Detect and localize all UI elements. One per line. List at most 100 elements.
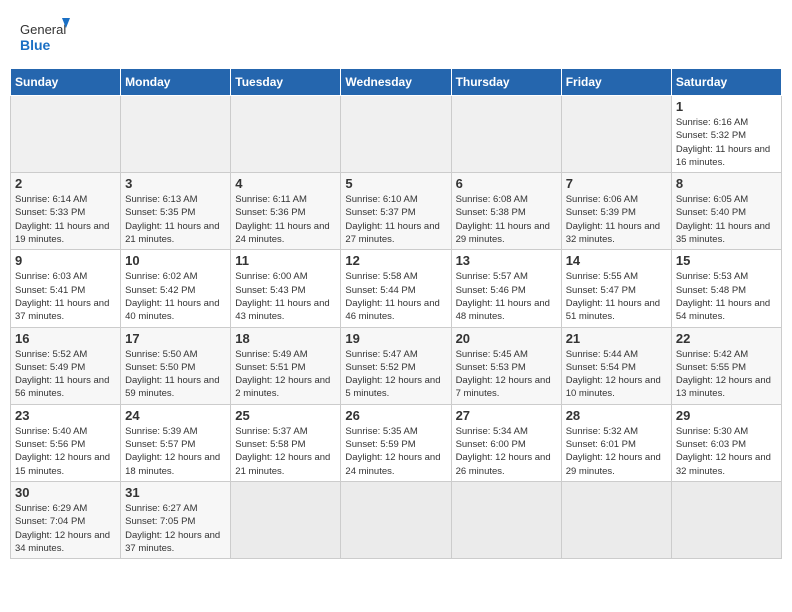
svg-text:Blue: Blue <box>20 37 51 53</box>
day-number: 29 <box>676 408 777 423</box>
day-info: Sunrise: 5:49 AMSunset: 5:51 PMDaylight:… <box>235 348 336 401</box>
day-of-week-header: Monday <box>121 69 231 96</box>
day-number: 3 <box>125 176 226 191</box>
calendar-day-cell <box>121 96 231 173</box>
day-info: Sunrise: 5:57 AMSunset: 5:46 PMDaylight:… <box>456 270 557 323</box>
day-info: Sunrise: 6:00 AMSunset: 5:43 PMDaylight:… <box>235 270 336 323</box>
day-info: Sunrise: 6:29 AMSunset: 7:04 PMDaylight:… <box>15 502 116 555</box>
calendar-day-cell: 10 Sunrise: 6:02 AMSunset: 5:42 PMDayligh… <box>121 250 231 327</box>
day-info: Sunrise: 6:16 AMSunset: 5:32 PMDaylight:… <box>676 116 777 169</box>
logo-svg: General Blue <box>20 18 70 58</box>
day-info: Sunrise: 6:03 AMSunset: 5:41 PMDaylight:… <box>15 270 116 323</box>
calendar-day-cell: 24 Sunrise: 5:39 AMSunset: 5:57 PMDayligh… <box>121 404 231 481</box>
calendar-day-cell: 31Sunrise: 6:27 AMSunset: 7:05 PMDayligh… <box>121 481 231 558</box>
calendar-day-cell <box>451 96 561 173</box>
day-number: 20 <box>456 331 557 346</box>
calendar-day-cell: 28 Sunrise: 5:32 AMSunset: 6:01 PMDayligh… <box>561 404 671 481</box>
day-info: Sunrise: 6:27 AMSunset: 7:05 PMDaylight:… <box>125 502 226 555</box>
calendar-day-cell: 27Sunrise: 5:34 AMSunset: 6:00 PMDayligh… <box>451 404 561 481</box>
day-of-week-header: Saturday <box>671 69 781 96</box>
calendar-day-cell: 21 Sunrise: 5:44 AMSunset: 5:54 PMDayligh… <box>561 327 671 404</box>
calendar-day-cell: 15Sunrise: 5:53 AMSunset: 5:48 PMDayligh… <box>671 250 781 327</box>
calendar-day-cell: 3Sunrise: 6:13 AMSunset: 5:35 PMDaylight… <box>121 173 231 250</box>
day-info: Sunrise: 5:45 AMSunset: 5:53 PMDaylight:… <box>456 348 557 401</box>
calendar-day-cell: 6 Sunrise: 6:08 AMSunset: 5:38 PMDaylight… <box>451 173 561 250</box>
day-number: 8 <box>676 176 777 191</box>
day-info: Sunrise: 5:55 AMSunset: 5:47 PMDaylight:… <box>566 270 667 323</box>
day-info: Sunrise: 5:30 AMSunset: 6:03 PMDaylight:… <box>676 425 777 478</box>
day-number: 1 <box>676 99 777 114</box>
day-number: 25 <box>235 408 336 423</box>
calendar-week-row: 2Sunrise: 6:14 AMSunset: 5:33 PMDaylight… <box>11 173 782 250</box>
calendar-week-row: 23Sunrise: 5:40 AMSunset: 5:56 PMDayligh… <box>11 404 782 481</box>
day-of-week-header: Sunday <box>11 69 121 96</box>
calendar-day-cell <box>231 96 341 173</box>
day-number: 14 <box>566 253 667 268</box>
calendar-day-cell <box>451 481 561 558</box>
day-number: 21 <box>566 331 667 346</box>
day-of-week-header: Tuesday <box>231 69 341 96</box>
calendar-day-cell: 23Sunrise: 5:40 AMSunset: 5:56 PMDayligh… <box>11 404 121 481</box>
day-info: Sunrise: 6:11 AMSunset: 5:36 PMDaylight:… <box>235 193 336 246</box>
day-number: 6 <box>456 176 557 191</box>
day-info: Sunrise: 5:34 AMSunset: 6:00 PMDaylight:… <box>456 425 557 478</box>
calendar-day-cell: 8 Sunrise: 6:05 AMSunset: 5:40 PMDaylight… <box>671 173 781 250</box>
day-of-week-header: Friday <box>561 69 671 96</box>
calendar-day-cell: 20 Sunrise: 5:45 AMSunset: 5:53 PMDayligh… <box>451 327 561 404</box>
day-info: Sunrise: 5:47 AMSunset: 5:52 PMDaylight:… <box>345 348 446 401</box>
day-number: 13 <box>456 253 557 268</box>
day-number: 19 <box>345 331 446 346</box>
calendar-day-cell: 16Sunrise: 5:52 AMSunset: 5:49 PMDayligh… <box>11 327 121 404</box>
day-info: Sunrise: 6:10 AMSunset: 5:37 PMDaylight:… <box>345 193 446 246</box>
calendar-day-cell <box>561 481 671 558</box>
calendar-week-row: 9 Sunrise: 6:03 AMSunset: 5:41 PMDaylight… <box>11 250 782 327</box>
day-number: 9 <box>15 253 116 268</box>
day-info: Sunrise: 5:32 AMSunset: 6:01 PMDaylight:… <box>566 425 667 478</box>
day-info: Sunrise: 5:37 AMSunset: 5:58 PMDaylight:… <box>235 425 336 478</box>
calendar-header-row: SundayMondayTuesdayWednesdayThursdayFrid… <box>11 69 782 96</box>
calendar-day-cell: 18 Sunrise: 5:49 AMSunset: 5:51 PMDayligh… <box>231 327 341 404</box>
calendar-week-row: 1 Sunrise: 6:16 AMSunset: 5:32 PMDaylight… <box>11 96 782 173</box>
day-number: 16 <box>15 331 116 346</box>
day-info: Sunrise: 5:35 AMSunset: 5:59 PMDaylight:… <box>345 425 446 478</box>
day-number: 11 <box>235 253 336 268</box>
calendar-day-cell: 9 Sunrise: 6:03 AMSunset: 5:41 PMDaylight… <box>11 250 121 327</box>
day-number: 4 <box>235 176 336 191</box>
day-number: 2 <box>15 176 116 191</box>
day-info: Sunrise: 5:40 AMSunset: 5:56 PMDaylight:… <box>15 425 116 478</box>
calendar-table: SundayMondayTuesdayWednesdayThursdayFrid… <box>10 68 782 559</box>
day-number: 5 <box>345 176 446 191</box>
calendar-day-cell: 11 Sunrise: 6:00 AMSunset: 5:43 PMDayligh… <box>231 250 341 327</box>
day-info: Sunrise: 6:06 AMSunset: 5:39 PMDaylight:… <box>566 193 667 246</box>
calendar-day-cell: 2Sunrise: 6:14 AMSunset: 5:33 PMDaylight… <box>11 173 121 250</box>
day-info: Sunrise: 5:39 AMSunset: 5:57 PMDaylight:… <box>125 425 226 478</box>
calendar-day-cell: 7Sunrise: 6:06 AMSunset: 5:39 PMDaylight… <box>561 173 671 250</box>
day-number: 28 <box>566 408 667 423</box>
day-of-week-header: Wednesday <box>341 69 451 96</box>
day-number: 18 <box>235 331 336 346</box>
day-info: Sunrise: 5:42 AMSunset: 5:55 PMDaylight:… <box>676 348 777 401</box>
calendar-day-cell: 17Sunrise: 5:50 AMSunset: 5:50 PMDayligh… <box>121 327 231 404</box>
calendar-day-cell <box>11 96 121 173</box>
calendar-day-cell: 4 Sunrise: 6:11 AMSunset: 5:36 PMDaylight… <box>231 173 341 250</box>
calendar-day-cell: 22 Sunrise: 5:42 AMSunset: 5:55 PMDayligh… <box>671 327 781 404</box>
calendar-day-cell: 14 Sunrise: 5:55 AMSunset: 5:47 PMDayligh… <box>561 250 671 327</box>
calendar-week-row: 16Sunrise: 5:52 AMSunset: 5:49 PMDayligh… <box>11 327 782 404</box>
day-number: 22 <box>676 331 777 346</box>
day-info: Sunrise: 6:08 AMSunset: 5:38 PMDaylight:… <box>456 193 557 246</box>
day-info: Sunrise: 6:02 AMSunset: 5:42 PMDaylight:… <box>125 270 226 323</box>
calendar-day-cell: 30 Sunrise: 6:29 AMSunset: 7:04 PMDayligh… <box>11 481 121 558</box>
day-number: 24 <box>125 408 226 423</box>
calendar-day-cell: 29 Sunrise: 5:30 AMSunset: 6:03 PMDayligh… <box>671 404 781 481</box>
calendar-day-cell: 13 Sunrise: 5:57 AMSunset: 5:46 PMDayligh… <box>451 250 561 327</box>
day-info: Sunrise: 5:44 AMSunset: 5:54 PMDaylight:… <box>566 348 667 401</box>
calendar-day-cell <box>671 481 781 558</box>
day-number: 26 <box>345 408 446 423</box>
calendar-day-cell <box>341 96 451 173</box>
day-info: Sunrise: 6:05 AMSunset: 5:40 PMDaylight:… <box>676 193 777 246</box>
day-number: 30 <box>15 485 116 500</box>
calendar-day-cell: 25 Sunrise: 5:37 AMSunset: 5:58 PMDayligh… <box>231 404 341 481</box>
calendar-day-cell <box>231 481 341 558</box>
day-number: 10 <box>125 253 226 268</box>
page-header: General Blue <box>10 10 782 62</box>
